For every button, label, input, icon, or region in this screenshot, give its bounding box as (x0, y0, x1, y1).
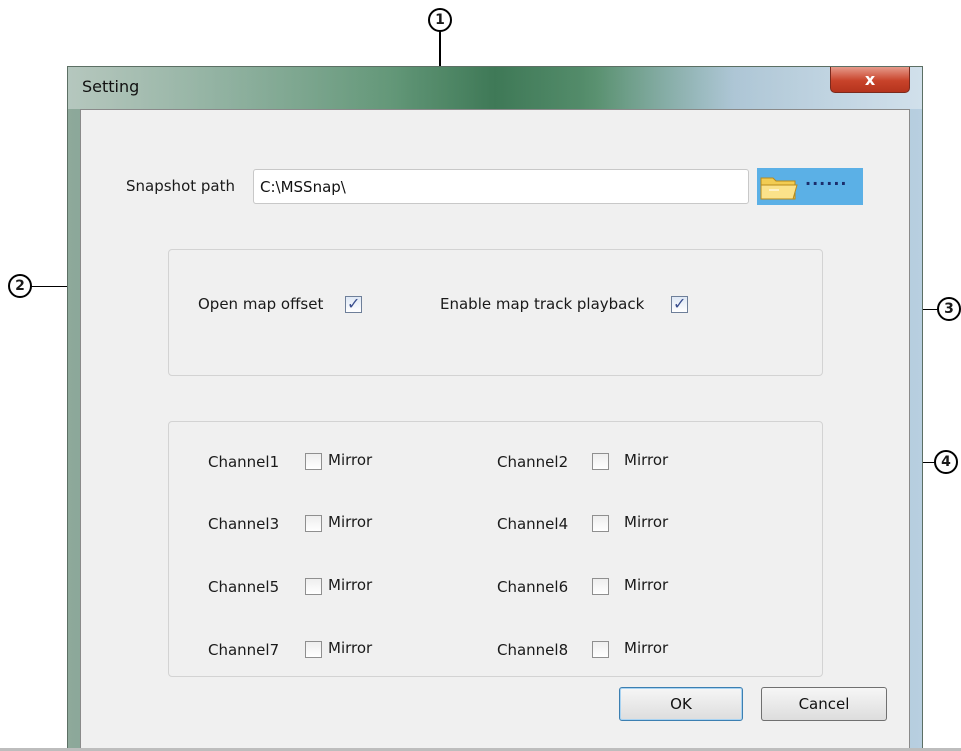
channel-5-mirror-checkbox[interactable] (305, 578, 322, 595)
close-icon: x (864, 70, 876, 89)
channel-7-mirror-label: Mirror (328, 639, 373, 657)
channel-1-mirror-label: Mirror (328, 451, 373, 469)
title-bar[interactable]: Setting x (68, 67, 922, 109)
callout-4: 4 (934, 450, 958, 474)
channel-8-mirror-label: Mirror (624, 639, 669, 657)
client-area: Snapshot path ...... Open map offset Ena… (80, 109, 910, 749)
channel-8-mirror-checkbox[interactable] (592, 641, 609, 658)
channel-8-label: Channel8 (497, 641, 569, 659)
cancel-button[interactable]: Cancel (761, 687, 887, 721)
browse-dots: ...... (805, 170, 848, 189)
channel-6-label: Channel6 (497, 578, 569, 596)
callout-1: 1 (428, 8, 452, 32)
channel-7-mirror-checkbox[interactable] (305, 641, 322, 658)
snapshot-path-input[interactable] (253, 169, 749, 204)
channel-5-label: Channel5 (208, 578, 280, 596)
window-title: Setting (82, 77, 140, 96)
enable-map-track-playback-label: Enable map track playback (440, 295, 645, 313)
enable-map-track-playback-checkbox[interactable] (671, 294, 688, 313)
channel-6-mirror-label: Mirror (624, 576, 669, 594)
channel-3-mirror-label: Mirror (328, 513, 373, 531)
settings-window: Setting x Snapshot path ...... Open map … (67, 66, 923, 751)
channel-4-mirror-label: Mirror (624, 513, 669, 531)
close-button[interactable]: x (830, 67, 910, 93)
channel-2-label: Channel2 (497, 453, 569, 471)
channel-1-label: Channel1 (208, 453, 280, 471)
channel-7-label: Channel7 (208, 641, 280, 659)
channel-3-label: Channel3 (208, 515, 280, 533)
channel-5-mirror-label: Mirror (328, 576, 373, 594)
channel-6-mirror-checkbox[interactable] (592, 578, 609, 595)
callout-3: 3 (937, 297, 961, 321)
open-map-offset-label: Open map offset (198, 295, 324, 313)
channel-1-mirror-checkbox[interactable] (305, 453, 322, 470)
folder-icon (760, 177, 798, 200)
browse-button[interactable]: ...... (757, 168, 863, 205)
channel-2-mirror-label: Mirror (624, 451, 669, 469)
callout-2: 2 (8, 274, 32, 298)
ok-button[interactable]: OK (619, 687, 743, 721)
channel-2-mirror-checkbox[interactable] (592, 453, 609, 470)
open-map-offset-checkbox[interactable] (345, 294, 362, 313)
channel-4-label: Channel4 (497, 515, 569, 533)
snapshot-path-label: Snapshot path (126, 177, 235, 195)
channel-4-mirror-checkbox[interactable] (592, 515, 609, 532)
channel-3-mirror-checkbox[interactable] (305, 515, 322, 532)
